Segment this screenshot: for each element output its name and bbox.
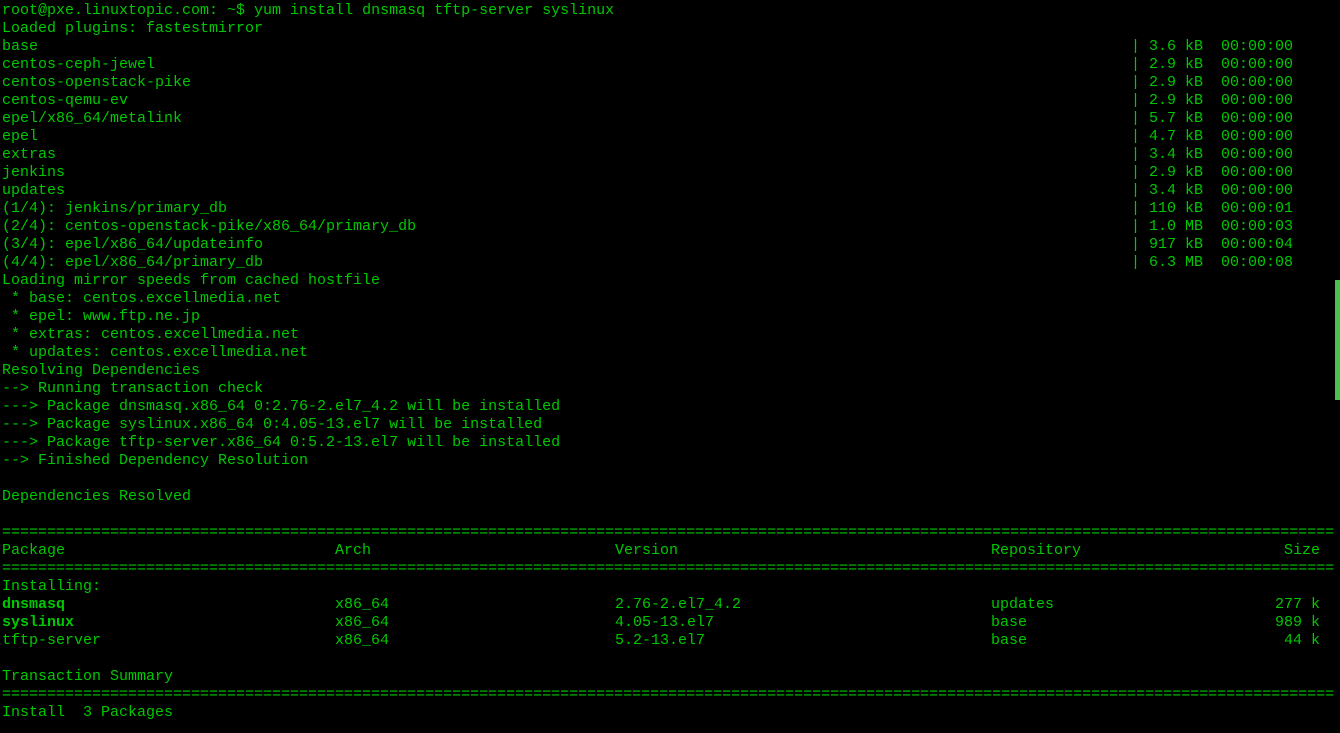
repo-name: centos-ceph-jewel [2, 56, 1131, 74]
transaction-summary: Transaction Summary [2, 668, 1338, 686]
repo-name: updates [2, 182, 1131, 200]
dependency-line: --> Finished Dependency Resolution [2, 452, 1338, 470]
repo-row: (3/4): epel/x86_64/updateinfo| 917 kB 00… [2, 236, 1338, 254]
repo-name: (3/4): epel/x86_64/updateinfo [2, 236, 1131, 254]
repo-row: epel/x86_64/metalink| 5.7 kB 00:00:00 [2, 110, 1338, 128]
repo-name: (1/4): jenkins/primary_db [2, 200, 1131, 218]
repo-stats: | 3.4 kB 00:00:00 [1131, 182, 1338, 200]
repo-stats: | 2.9 kB 00:00:00 [1131, 164, 1338, 182]
repo-stats: | 110 kB 00:00:01 [1131, 200, 1338, 218]
package-row: dnsmasqx86_642.76-2.el7_4.2updates277 k [2, 596, 1338, 614]
repo-name: (2/4): centos-openstack-pike/x86_64/prim… [2, 218, 1131, 236]
dependency-line: ---> Package tftp-server.x86_64 0:5.2-13… [2, 434, 1338, 452]
repo-stats: | 1.0 MB 00:00:03 [1131, 218, 1338, 236]
repo-row: centos-openstack-pike| 2.9 kB 00:00:00 [2, 74, 1338, 92]
header-package: Package [2, 542, 335, 560]
header-size: Size [1241, 542, 1338, 560]
repo-name: base [2, 38, 1131, 56]
package-size: 989 k [1241, 614, 1338, 632]
package-name: tftp-server [2, 632, 335, 650]
header-repo: Repository [991, 542, 1241, 560]
installing-label: Installing: [2, 578, 1338, 596]
repo-stats: | 2.9 kB 00:00:00 [1131, 92, 1338, 110]
table-header-row: Package Arch Version Repository Size [2, 542, 1338, 560]
package-version: 5.2-13.el7 [615, 632, 991, 650]
package-repo: updates [991, 596, 1241, 614]
mirror-line: * base: centos.excellmedia.net [2, 290, 1338, 308]
repo-stats: | 2.9 kB 00:00:00 [1131, 74, 1338, 92]
package-arch: x86_64 [335, 632, 615, 650]
header-version: Version [615, 542, 991, 560]
repo-row: (2/4): centos-openstack-pike/x86_64/prim… [2, 218, 1338, 236]
table-divider: ========================================… [2, 686, 1338, 704]
blank-line [2, 506, 1338, 524]
deps-resolved: Dependencies Resolved [2, 488, 1338, 506]
loaded-plugins: Loaded plugins: fastestmirror [2, 20, 1338, 38]
package-arch: x86_64 [335, 614, 615, 632]
repo-row: (4/4): epel/x86_64/primary_db| 6.3 MB 00… [2, 254, 1338, 272]
package-size: 277 k [1241, 596, 1338, 614]
repo-name: jenkins [2, 164, 1131, 182]
repo-row: centos-ceph-jewel| 2.9 kB 00:00:00 [2, 56, 1338, 74]
resolving-deps: Resolving Dependencies [2, 362, 1338, 380]
command-text: yum install dnsmasq tftp-server syslinux [245, 2, 614, 19]
dependency-line: ---> Package dnsmasq.x86_64 0:2.76-2.el7… [2, 398, 1338, 416]
repo-stats: | 3.4 kB 00:00:00 [1131, 146, 1338, 164]
repo-row: extras| 3.4 kB 00:00:00 [2, 146, 1338, 164]
repo-stats: | 3.6 kB 00:00:00 [1131, 38, 1338, 56]
mirror-speeds: Loading mirror speeds from cached hostfi… [2, 272, 1338, 290]
repo-row: jenkins| 2.9 kB 00:00:00 [2, 164, 1338, 182]
repo-name: (4/4): epel/x86_64/primary_db [2, 254, 1131, 272]
dependency-line: --> Running transaction check [2, 380, 1338, 398]
mirror-line: * updates: centos.excellmedia.net [2, 344, 1338, 362]
repo-name: epel/x86_64/metalink [2, 110, 1131, 128]
repo-row: centos-qemu-ev| 2.9 kB 00:00:00 [2, 92, 1338, 110]
repo-row: epel| 4.7 kB 00:00:00 [2, 128, 1338, 146]
repo-row: (1/4): jenkins/primary_db| 110 kB 00:00:… [2, 200, 1338, 218]
repo-name: extras [2, 146, 1131, 164]
package-name: dnsmasq [2, 596, 335, 614]
package-size: 44 k [1241, 632, 1338, 650]
dependency-line: ---> Package syslinux.x86_64 0:4.05-13.e… [2, 416, 1338, 434]
install-count: Install 3 Packages [2, 704, 1338, 722]
package-repo: base [991, 632, 1241, 650]
package-arch: x86_64 [335, 596, 615, 614]
package-row: tftp-serverx86_645.2-13.el7base44 k [2, 632, 1338, 650]
repo-stats: | 4.7 kB 00:00:00 [1131, 128, 1338, 146]
prompt-line: root@pxe.linuxtopic.com: ~$ yum install … [2, 2, 1338, 20]
repo-name: centos-qemu-ev [2, 92, 1131, 110]
blank-line [2, 650, 1338, 668]
package-row: syslinuxx86_644.05-13.el7base989 k [2, 614, 1338, 632]
package-repo: base [991, 614, 1241, 632]
table-divider: ========================================… [2, 524, 1338, 542]
repo-row: base| 3.6 kB 00:00:00 [2, 38, 1338, 56]
repo-name: epel [2, 128, 1131, 146]
prompt-user: root@pxe.linuxtopic.com: ~$ [2, 2, 245, 19]
mirror-line: * epel: www.ftp.ne.jp [2, 308, 1338, 326]
package-version: 4.05-13.el7 [615, 614, 991, 632]
scrollbar-thumb[interactable] [1335, 280, 1340, 400]
repo-stats: | 6.3 MB 00:00:08 [1131, 254, 1338, 272]
repo-stats: | 2.9 kB 00:00:00 [1131, 56, 1338, 74]
repo-stats: | 5.7 kB 00:00:00 [1131, 110, 1338, 128]
package-name: syslinux [2, 614, 335, 632]
blank-line [2, 470, 1338, 488]
table-divider: ========================================… [2, 560, 1338, 578]
header-arch: Arch [335, 542, 615, 560]
repo-stats: | 917 kB 00:00:04 [1131, 236, 1338, 254]
mirror-line: * extras: centos.excellmedia.net [2, 326, 1338, 344]
repo-name: centos-openstack-pike [2, 74, 1131, 92]
package-version: 2.76-2.el7_4.2 [615, 596, 991, 614]
repo-row: updates| 3.4 kB 00:00:00 [2, 182, 1338, 200]
